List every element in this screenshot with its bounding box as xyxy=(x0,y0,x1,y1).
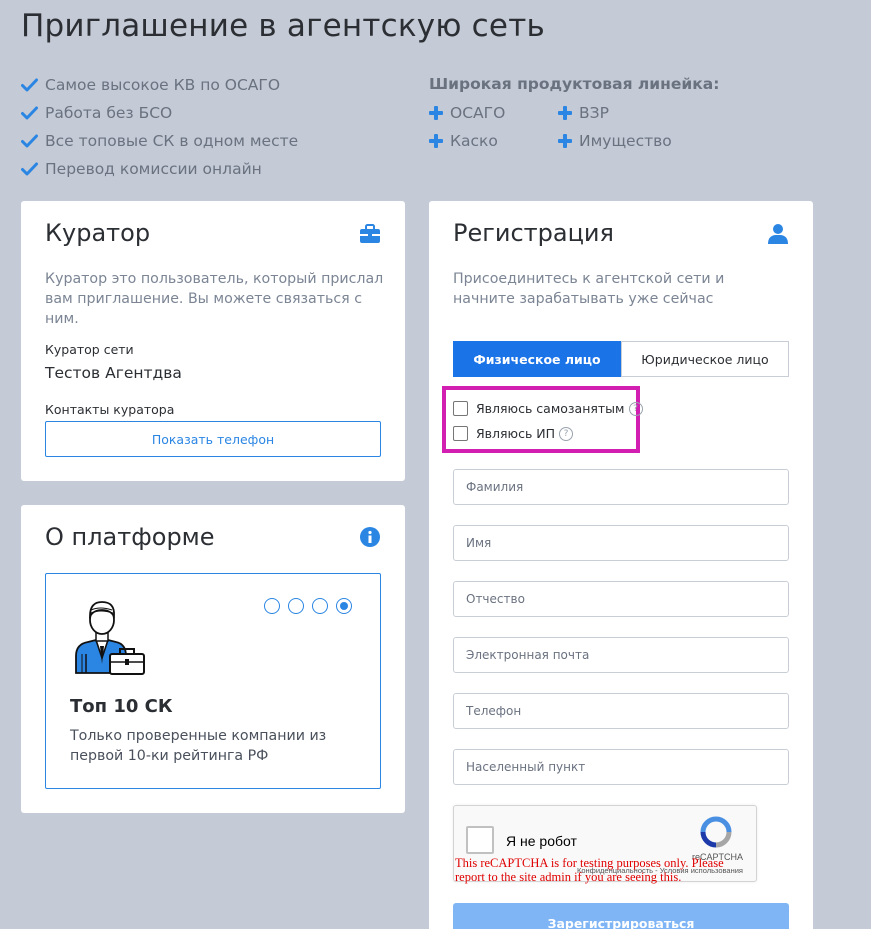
plus-icon xyxy=(429,106,443,120)
slide-title: Топ 10 СК xyxy=(70,696,173,717)
check-icon xyxy=(21,162,38,176)
recaptcha-warning: This reCAPTCHA is for testing purposes o… xyxy=(455,856,724,884)
self-employed-checkbox-row[interactable]: Являюсь самозанятым ? xyxy=(453,401,643,416)
slider-dot-active[interactable] xyxy=(336,598,352,614)
product-item: Имущество xyxy=(558,127,678,155)
check-icon xyxy=(21,106,38,120)
lastname-field[interactable] xyxy=(453,469,789,505)
self-employed-checkbox[interactable] xyxy=(453,401,468,416)
benefit-item: Самое высокое КВ по ОСАГО xyxy=(21,71,298,99)
register-button[interactable]: Зарегистрироваться xyxy=(453,903,789,929)
recaptcha-logo-icon xyxy=(700,816,732,848)
product-label: ВЗР xyxy=(579,104,609,122)
check-icon xyxy=(21,78,38,92)
platform-title: О платформе xyxy=(45,523,215,551)
entity-type-tabs: Физическое лицо Юридическое лицо xyxy=(453,341,789,377)
tab-individual[interactable]: Физическое лицо xyxy=(453,341,621,377)
benefits-list: Самое высокое КВ по ОСАГО Работа без БСО… xyxy=(21,71,298,183)
info-icon xyxy=(360,527,380,547)
self-employed-label: Являюсь самозанятым xyxy=(476,401,625,416)
firstname-field[interactable] xyxy=(453,525,789,561)
ip-checkbox[interactable] xyxy=(453,426,468,441)
product-label: Имущество xyxy=(579,132,672,150)
benefit-label: Перевод комиссии онлайн xyxy=(45,160,262,178)
registration-title: Регистрация xyxy=(453,219,614,247)
user-icon xyxy=(768,224,788,244)
agent-illustration-icon xyxy=(75,601,145,675)
ip-checkbox-row[interactable]: Являюсь ИП ? xyxy=(453,426,574,441)
curator-contacts-label: Контакты куратора xyxy=(45,402,175,417)
benefit-item: Перевод комиссии онлайн xyxy=(21,155,298,183)
page-title: Приглашение в агентскую сеть xyxy=(21,8,545,44)
products-title: Широкая продуктовая линейка: xyxy=(429,75,720,93)
benefit-label: Работа без БСО xyxy=(45,104,173,122)
product-label: Каско xyxy=(450,132,498,150)
check-icon xyxy=(21,134,38,148)
registration-card: Регистрация Присоединитесь к агентской с… xyxy=(429,201,813,929)
plus-icon xyxy=(429,134,443,148)
product-item: ВЗР xyxy=(558,99,678,127)
benefit-item: Работа без БСО xyxy=(21,99,298,127)
city-field[interactable] xyxy=(453,749,789,785)
help-icon[interactable]: ? xyxy=(628,401,643,416)
slider-dot[interactable] xyxy=(264,598,280,614)
phone-field[interactable] xyxy=(453,693,789,729)
slide-text: Только проверенные компании из первой 10… xyxy=(70,728,327,764)
recaptcha-label: Я не робот xyxy=(506,833,577,849)
slider-dot[interactable] xyxy=(312,598,328,614)
show-phone-button[interactable]: Показать телефон xyxy=(45,421,381,457)
checkbox-highlight-frame xyxy=(442,386,640,453)
products-block: Широкая продуктовая линейка: ОСАГО ВЗР К… xyxy=(429,71,719,155)
registration-description: Присоединитесь к агентской сети и начнит… xyxy=(453,271,725,307)
curator-description: Куратор это пользователь, который присла… xyxy=(45,271,384,327)
benefit-label: Самое высокое КВ по ОСАГО xyxy=(45,76,281,94)
briefcase-icon xyxy=(360,224,380,243)
curator-title: Куратор xyxy=(45,219,151,247)
email-field[interactable] xyxy=(453,637,789,673)
patronymic-field[interactable] xyxy=(453,581,789,617)
platform-slider: Топ 10 СК Только проверенные компании из… xyxy=(45,573,381,789)
plus-icon xyxy=(558,106,572,120)
recaptcha-widget: Я не робот reCAPTCHA Конфиденциальность … xyxy=(453,805,757,884)
curator-network-value: Тестов Агентдва xyxy=(45,364,182,382)
benefit-item: Все топовые СК в одном месте xyxy=(21,127,298,155)
product-label: ОСАГО xyxy=(450,104,506,122)
product-item: ОСАГО xyxy=(429,99,558,127)
platform-card: О платформе Топ 10 СК Только проверенные xyxy=(21,505,405,813)
help-icon[interactable]: ? xyxy=(559,426,574,441)
tab-legal-entity[interactable]: Юридическое лицо xyxy=(621,341,789,377)
ip-label: Являюсь ИП xyxy=(476,426,556,441)
plus-icon xyxy=(558,134,572,148)
curator-card: Куратор Куратор это пользователь, которы… xyxy=(21,201,405,481)
slider-dot[interactable] xyxy=(288,598,304,614)
benefit-label: Все топовые СК в одном месте xyxy=(45,132,299,150)
product-item: Каско xyxy=(429,127,558,155)
curator-network-label: Куратор сети xyxy=(45,342,134,357)
recaptcha-checkbox[interactable] xyxy=(466,826,494,854)
